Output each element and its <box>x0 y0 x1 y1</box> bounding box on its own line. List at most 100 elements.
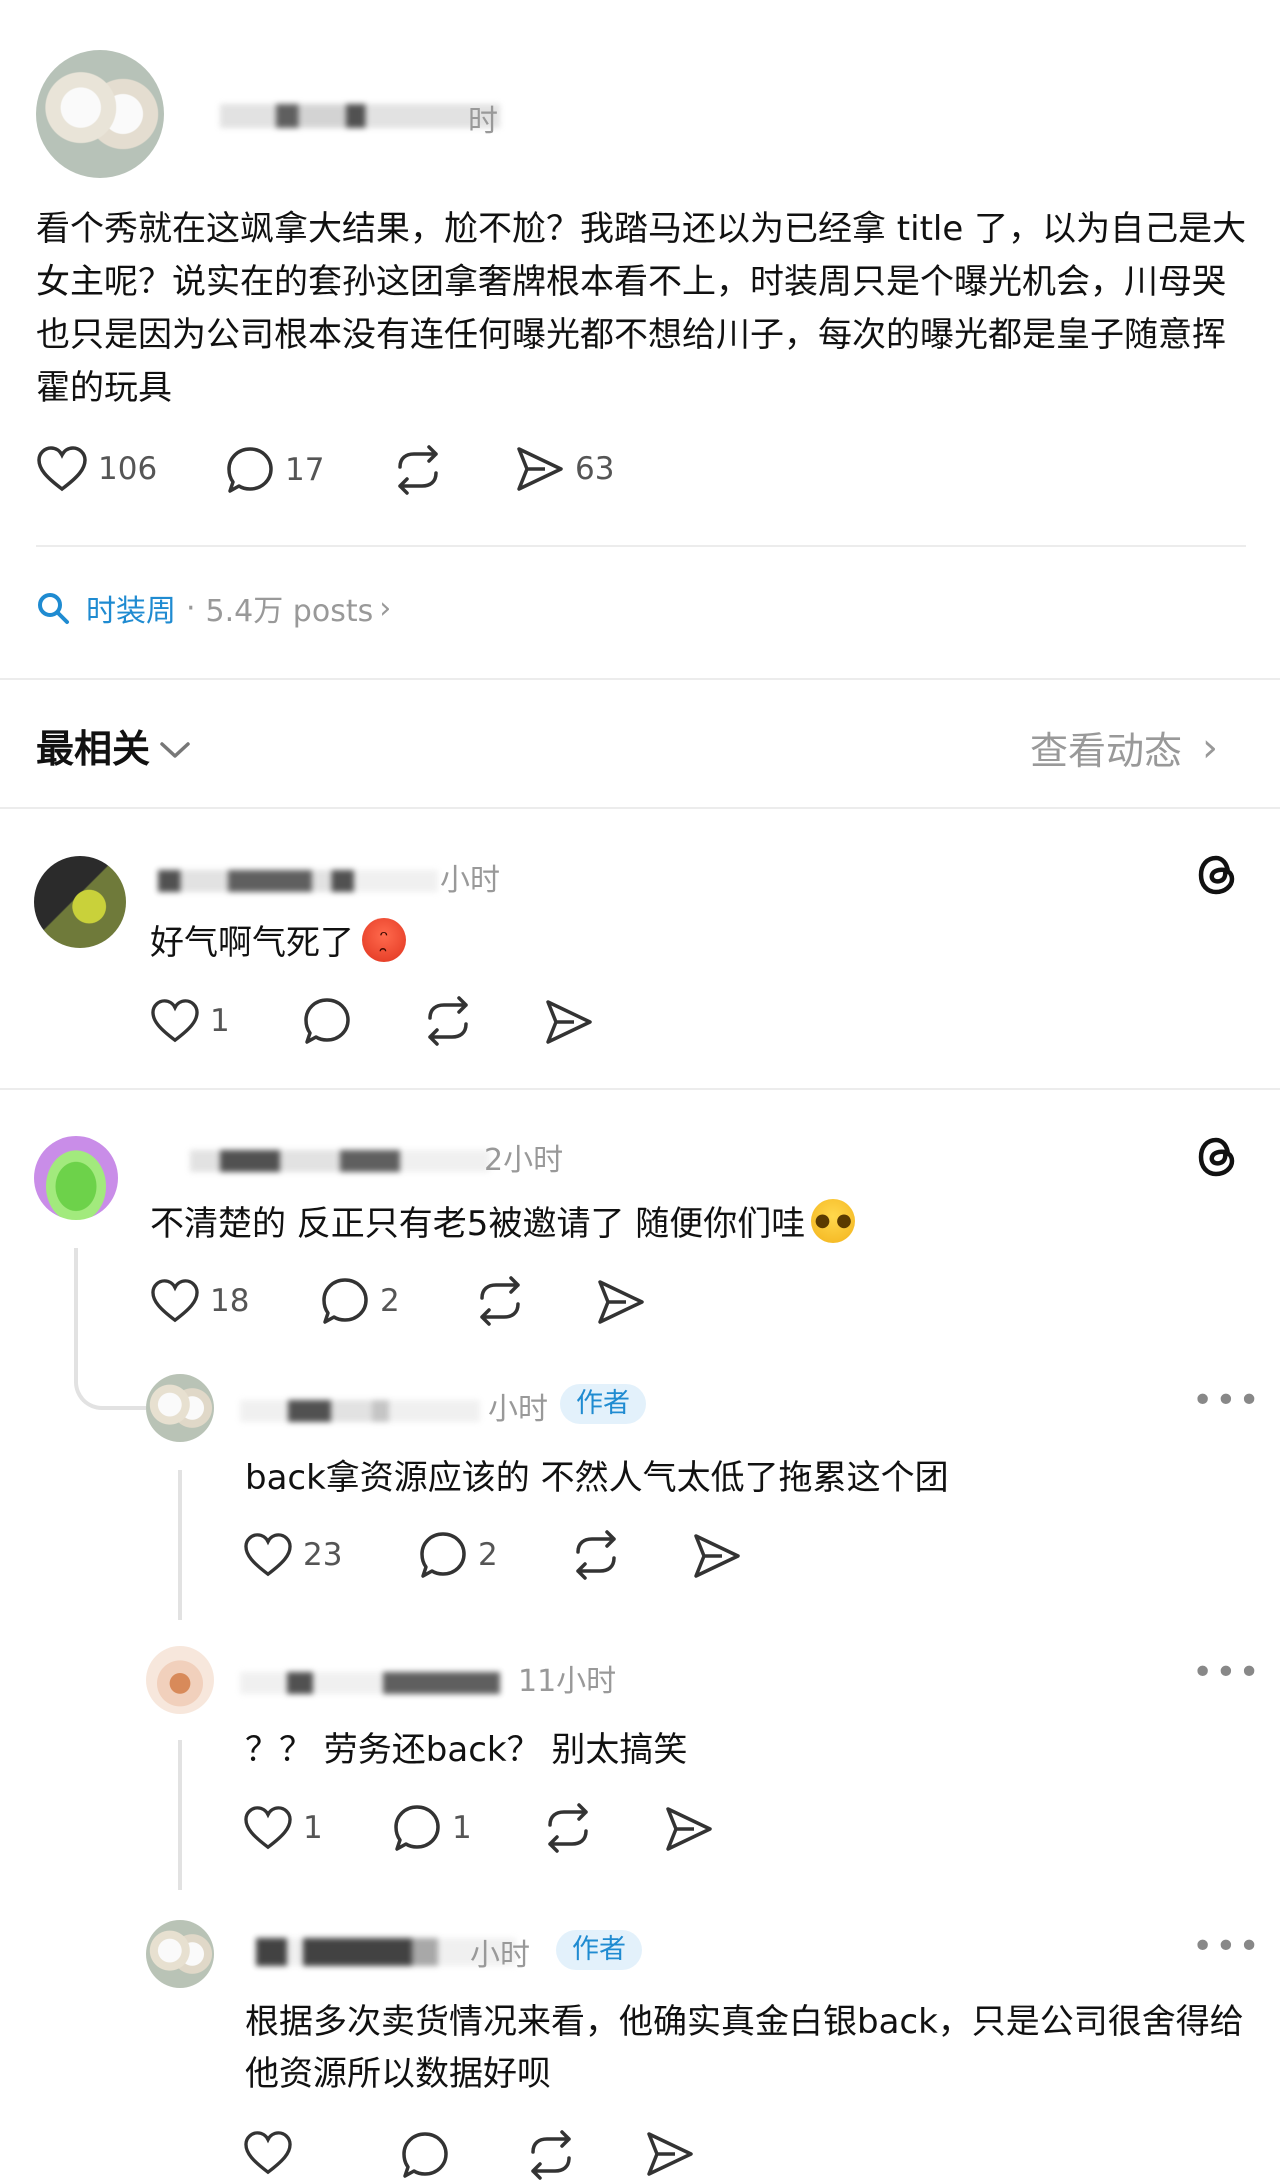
sort-label: 最相关 <box>36 727 151 771</box>
pleading-emoji-icon: ● ● <box>811 1198 856 1243</box>
repost-button[interactable] <box>474 1276 526 1326</box>
like-count: 1 <box>210 1003 230 1039</box>
reply-avatar[interactable] <box>146 1374 214 1442</box>
threads-icon[interactable] <box>1192 1132 1242 1182</box>
commenter-name-redacted <box>158 870 438 892</box>
reply-avatar[interactable] <box>146 1646 214 1714</box>
like-count: 1 <box>303 1810 323 1846</box>
search-icon <box>38 593 69 624</box>
comment-button[interactable] <box>302 996 352 1046</box>
like-button[interactable]: 1 <box>150 998 230 1044</box>
more-icon[interactable]: ••• <box>1192 1652 1262 1693</box>
heart-icon <box>151 1279 199 1323</box>
topic-link[interactable]: 时装周 · 5.4万 posts › <box>36 586 391 630</box>
repost-icon <box>428 996 468 1046</box>
comment-button[interactable]: 17 <box>225 445 324 495</box>
view-activity-label: 查看动态 <box>1030 729 1183 773</box>
share-icon <box>598 1280 644 1324</box>
reply-text: 根据多次卖货情况来看，他确实真金白银back，只是公司很舍得给他资源所以数据好呗 <box>245 2002 1244 2094</box>
chevron-right-icon: › <box>1202 724 1219 771</box>
like-button[interactable] <box>243 2130 293 2176</box>
reply-time: 小时 <box>470 1938 530 1973</box>
comment-count: 17 <box>285 452 325 488</box>
share-icon <box>666 1807 712 1851</box>
repost-icon <box>576 1530 616 1580</box>
commenter-name-redacted <box>190 1150 490 1172</box>
repost-button[interactable] <box>542 1803 594 1853</box>
reply-time: 11小时 <box>518 1664 617 1699</box>
comment-button[interactable] <box>400 2130 450 2180</box>
like-button[interactable]: 18 <box>150 1278 249 1324</box>
comment-icon <box>420 1532 466 1578</box>
share-button[interactable] <box>692 1532 742 1580</box>
chevron-down-icon <box>160 741 190 758</box>
heart-icon <box>151 999 199 1043</box>
share-button[interactable] <box>544 998 594 1046</box>
comment-text: 好气啊气死了 ᵔ̯ <box>150 915 406 964</box>
comment-button[interactable]: 1 <box>392 1803 472 1853</box>
like-button[interactable]: 106 <box>36 445 157 493</box>
share-button[interactable]: 63 <box>515 445 614 493</box>
repost-button[interactable] <box>570 1530 622 1580</box>
share-count: 63 <box>575 451 615 487</box>
section-divider <box>0 678 1280 680</box>
topic-name: 时装周 <box>86 594 176 629</box>
like-button[interactable]: 1 <box>243 1805 323 1851</box>
topic-separator: · <box>186 590 196 626</box>
heart-icon <box>244 2131 292 2175</box>
section-divider <box>0 807 1280 809</box>
comment-button[interactable]: 2 <box>418 1530 498 1580</box>
like-count: 23 <box>303 1537 343 1573</box>
thread-connector <box>178 1470 182 1620</box>
author-badge: 作者 <box>560 1384 646 1424</box>
angry-emoji-icon: ᵔ̯ <box>362 917 406 962</box>
repost-button[interactable] <box>392 445 444 495</box>
more-icon[interactable]: ••• <box>1192 1380 1262 1421</box>
comment-button[interactable]: 2 <box>320 1276 400 1326</box>
heart-icon <box>244 1806 292 1850</box>
sort-dropdown[interactable]: 最相关 <box>36 718 192 773</box>
reply-time: 小时 <box>488 1392 548 1427</box>
heart-icon <box>244 1533 292 1577</box>
view-activity-link[interactable]: 查看动态 › <box>1030 720 1218 775</box>
comment-time: 小时 <box>440 863 500 898</box>
author-badge: 作者 <box>556 1930 642 1970</box>
repost-icon <box>398 445 438 495</box>
commenter-avatar[interactable] <box>34 1136 118 1220</box>
reply-count: 2 <box>478 1537 498 1573</box>
threads-icon[interactable] <box>1192 850 1242 900</box>
author-name-redacted <box>220 104 500 128</box>
share-button[interactable] <box>645 2130 695 2178</box>
comment-time: 2小时 <box>484 1143 564 1178</box>
reply-avatar[interactable] <box>146 1920 214 1988</box>
like-button[interactable]: 23 <box>243 1532 342 1578</box>
repost-icon <box>531 2130 571 2180</box>
thread-connector <box>74 1346 146 1410</box>
post-time: 时 <box>468 104 498 139</box>
heart-icon <box>37 446 87 492</box>
more-icon[interactable]: ••• <box>1192 1926 1262 1967</box>
repost-button[interactable] <box>525 2130 577 2180</box>
share-button[interactable] <box>596 1278 646 1326</box>
reply-name-redacted <box>240 1400 480 1422</box>
comment-divider <box>0 1088 1280 1090</box>
share-icon <box>694 1534 740 1578</box>
repost-icon <box>480 1276 520 1326</box>
post-divider <box>36 545 1246 547</box>
reply-count: 1 <box>452 1810 472 1846</box>
chevron-right-icon: › <box>379 590 392 626</box>
share-icon <box>647 2132 693 2176</box>
reply-text: ？？ 劳务还back？ 别太搞笑 <box>245 1730 688 1770</box>
post-text: 看个秀就在这飒拿大结果，尬不尬？我踏马还以为已经拿 title 了，以为自己是大… <box>36 209 1247 408</box>
share-button[interactable] <box>664 1805 714 1853</box>
reply-text: back拿资源应该的 不然人气太低了拖累这个团 <box>245 1458 949 1498</box>
repost-button[interactable] <box>422 996 474 1046</box>
repost-icon <box>548 1803 588 1853</box>
commenter-avatar[interactable] <box>34 856 126 948</box>
like-count: 18 <box>210 1283 250 1319</box>
like-count: 106 <box>98 451 158 487</box>
author-avatar[interactable] <box>36 50 164 178</box>
comment-icon <box>227 447 273 493</box>
comment-icon <box>322 1278 368 1324</box>
reply-count: 2 <box>380 1283 400 1319</box>
